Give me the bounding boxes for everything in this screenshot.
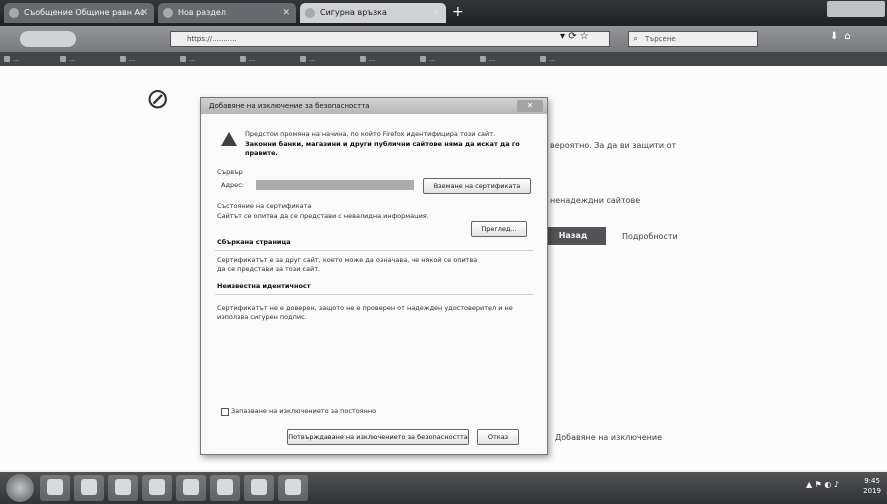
cancel-button[interactable]: Отказ [477,429,519,445]
bookmark-item[interactable]: ... [240,53,255,65]
taskbar-app-button[interactable] [74,475,104,501]
bookmark-item[interactable]: ... [120,53,135,65]
close-icon[interactable]: ✕ [282,3,290,23]
taskbar-app-button[interactable] [244,475,274,501]
details-link[interactable]: Подробности [622,232,678,241]
bookmark-item[interactable]: ... [540,53,555,65]
wrong-site-heading: Сбъркана страница [217,238,291,246]
new-tab-button[interactable]: + [452,4,464,20]
start-button[interactable] [6,474,34,502]
bookmark-item[interactable]: ... [180,53,195,65]
close-icon[interactable]: ✕ [432,3,440,23]
clock-date: 2019 [863,487,881,495]
wrong-site-line-1: Сертификатът е за друг сайт, което може … [217,256,478,264]
add-exception-link[interactable]: Добавяне на изключение [555,433,662,442]
taskbar-app-button[interactable] [210,475,240,501]
go-back-button[interactable]: Назад [540,227,606,245]
taskbar-app-button[interactable] [176,475,206,501]
app-icon [251,479,267,495]
bookmark-item[interactable]: ... [360,53,375,65]
cert-status-text: Сайтът се опитва да се представи с невал… [217,212,429,220]
app-icon [217,479,233,495]
cert-status-label: Състояние на сертификата [217,202,312,210]
address-field[interactable] [256,180,414,190]
tab-2[interactable]: Нов раздел ✕ [158,3,296,23]
taskbar: ▲ ⚑ ◐ ♪ 9:45 2019 [0,472,887,504]
permanent-exception-label: Запазване на изключението за постоянно [231,407,377,415]
app-icon [81,479,97,495]
tab-favicon-icon [305,8,315,18]
bookmark-item[interactable]: ... [300,53,315,65]
app-icon [115,479,131,495]
search-input[interactable]: ⌕ Търсене [628,31,758,47]
system-tray-icons[interactable]: ▲ ⚑ ◐ ♪ [806,480,839,489]
taskbar-app-button[interactable] [142,475,172,501]
unknown-identity-heading: Неизвестна идентичност [217,282,311,290]
get-certificate-button[interactable]: Вземане на сертификата [423,178,531,194]
window-controls[interactable] [827,1,885,17]
unknown-identity-line-1: Сертификатът не е доверен, защото не е п… [217,304,513,312]
search-icon: ⌕ [633,34,639,44]
tab-2-label: Нов раздел [178,8,226,17]
bookmark-item[interactable]: ... [420,53,435,65]
confirm-exception-button[interactable]: Потвърждаване на изключението за безопас… [287,429,469,445]
page-warning-text-2: ненадеждни сайтове [550,196,641,205]
dialog-title-text: Добавяне на изключение за безопасността [209,102,370,110]
view-certificate-button[interactable]: Преглед... [471,221,527,237]
app-icon [47,479,63,495]
app-icon [149,479,165,495]
taskbar-app-button[interactable] [108,475,138,501]
back-forward-buttons[interactable] [20,31,76,47]
bookmark-item[interactable]: ... [60,53,75,65]
warning-icon [221,132,237,146]
taskbar-app-button[interactable] [278,475,308,501]
broken-lock-icon: ⊘ [146,82,170,115]
permanent-exception-checkbox[interactable] [221,408,229,416]
wrong-site-line-2: да се представи за този сайт. [217,265,321,273]
url-bar[interactable]: https://........... [170,31,610,47]
warning-line-1: Предстои промяна на начина, по който Fir… [245,130,496,138]
url-action-icons[interactable]: ▾ ⟳ ☆ [560,31,589,42]
taskbar-app-button[interactable] [40,475,70,501]
search-placeholder: Търсене [645,35,676,43]
server-label: Сървър [217,168,243,176]
warning-line-3: правите. [245,149,278,157]
divider [215,250,533,251]
dialog-title: Добавяне на изключение за безопасността … [201,98,547,114]
unknown-identity-line-2: използва сигурен подпис. [217,313,307,321]
tab-3-active[interactable]: Сигурна връзка ✕ [300,3,446,23]
close-icon[interactable]: ✕ [140,3,148,23]
tab-1-label: Съобщение Общинe равн Ас [24,8,145,17]
bookmarks-bar: ... ... ... ... ... ... ... ... ... ... [0,52,887,66]
app-icon [183,479,199,495]
navigation-bar: https://........... ▾ ⟳ ☆ ⌕ Търсене ⬇⌂ [0,26,887,52]
tab-favicon-icon [9,8,19,18]
clock-time: 9:45 [864,477,880,485]
page-warning-text: вероятно. За да ви защити от [550,141,677,150]
url-text: https://........... [187,35,237,43]
warning-line-2: Законни банки, магазини и други публични… [245,140,520,148]
tab-bar: Съобщение Общинe равн Ас ✕ Нов раздел ✕ … [0,0,887,26]
toolbar-icons[interactable]: ⬇⌂ [830,31,857,42]
tab-1[interactable]: Съобщение Общинe равн Ас ✕ [4,3,154,23]
app-icon [285,479,301,495]
address-label: Адрес: [221,181,244,189]
bookmark-item[interactable]: ... [480,53,495,65]
close-icon[interactable]: ✕ [517,100,543,112]
divider [215,294,533,295]
security-exception-dialog: Добавяне на изключение за безопасността … [200,97,548,455]
bookmark-item[interactable]: ... [4,53,19,65]
tab-favicon-icon [163,8,173,18]
tab-3-label: Сигурна връзка [320,8,387,17]
clock[interactable]: 9:45 2019 [863,476,881,496]
